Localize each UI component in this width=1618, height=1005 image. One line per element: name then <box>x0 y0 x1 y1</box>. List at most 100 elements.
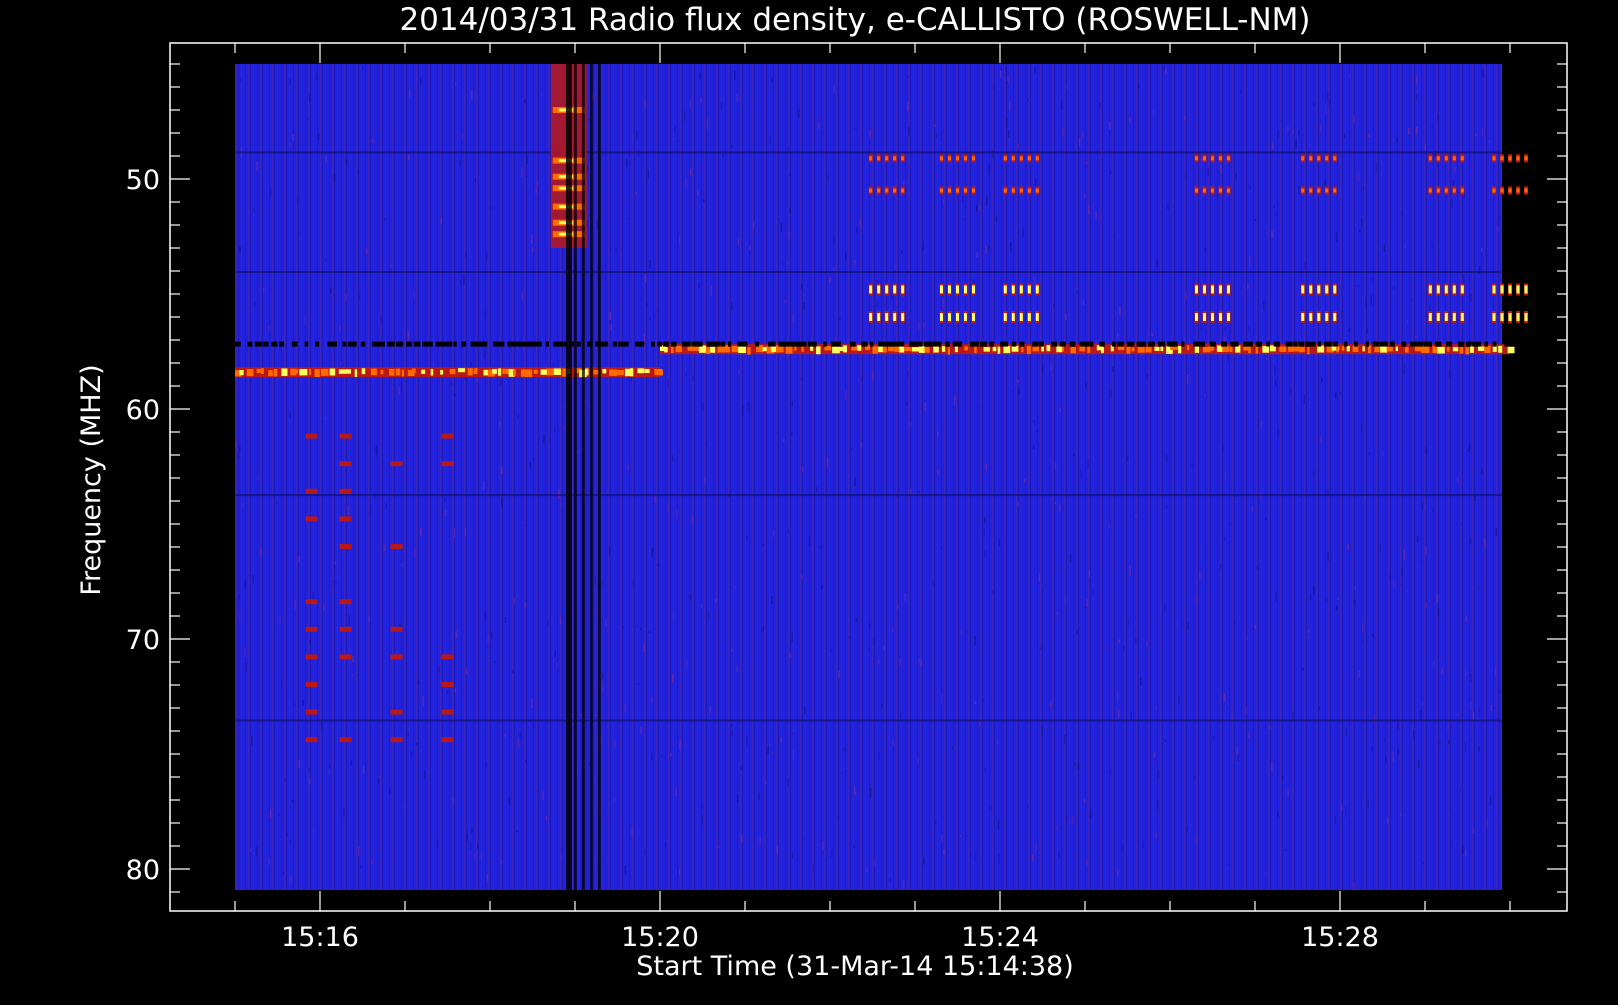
noise-streak <box>657 563 659 567</box>
dark-line-segment <box>979 341 988 347</box>
noise-streak <box>516 830 518 833</box>
noise-streak <box>1464 742 1467 753</box>
signal-band-segment <box>1248 345 1251 354</box>
noise-streak <box>899 712 902 720</box>
noise-streak <box>554 649 556 658</box>
noise-streak <box>470 361 472 368</box>
noise-streak <box>731 729 733 737</box>
noise-streak <box>1117 869 1119 876</box>
noise-streak <box>752 221 755 229</box>
noise-streak <box>361 66 364 70</box>
dark-line-segment <box>532 341 542 347</box>
signal-band-segment <box>1414 346 1422 352</box>
interference-core <box>1019 156 1023 161</box>
noise-streak <box>1468 442 1471 452</box>
noise-streak <box>252 575 254 584</box>
noise-streak <box>240 78 243 82</box>
noise-streak <box>985 463 987 471</box>
signal-band-segment <box>458 368 466 373</box>
noise-streak <box>1441 668 1444 674</box>
noise-streak <box>244 647 246 657</box>
noise-streak <box>473 854 476 858</box>
noise-streak <box>1274 366 1276 375</box>
noise-streak <box>1437 113 1439 121</box>
noise-streak <box>238 446 241 452</box>
interference-core <box>1444 156 1448 161</box>
noise-streak <box>701 815 704 825</box>
noise-streak <box>896 604 899 609</box>
noise-streak <box>1361 622 1364 631</box>
interference-core <box>1325 156 1329 161</box>
noise-streak <box>487 634 489 643</box>
noise-streak <box>308 767 310 773</box>
dark-line-segment <box>315 341 320 347</box>
noise-streak <box>831 849 833 858</box>
noise-streak <box>1195 836 1198 843</box>
noise-streak <box>1056 611 1058 615</box>
noise-streak <box>1403 363 1406 374</box>
noise-streak <box>789 207 791 213</box>
noise-streak <box>1118 639 1120 643</box>
weak-emission-mark <box>305 737 318 743</box>
noise-streak <box>1224 471 1227 479</box>
noise-streak <box>524 601 527 608</box>
noise-streak <box>1292 130 1294 134</box>
noise-streak <box>339 325 341 332</box>
noise-streak <box>238 613 241 622</box>
signal-band-segment <box>239 370 244 376</box>
noise-streak <box>1165 455 1168 462</box>
noise-streak <box>1478 708 1481 717</box>
dark-line-segment <box>870 341 874 347</box>
noise-streak <box>1065 313 1067 321</box>
noise-streak <box>375 446 377 453</box>
signal-band-segment <box>1380 345 1388 353</box>
dark-line-segment <box>1193 341 1202 347</box>
noise-streak <box>1227 353 1229 363</box>
noise-streak <box>742 406 744 416</box>
noise-streak <box>1187 622 1189 630</box>
noise-streak <box>784 299 786 304</box>
noise-streak <box>1084 193 1086 199</box>
noise-streak <box>1129 566 1131 576</box>
noise-streak <box>1397 722 1399 730</box>
dark-line-segment <box>254 341 262 347</box>
weak-emission-mark <box>339 544 352 549</box>
signal-band-segment <box>1061 345 1065 352</box>
noise-streak <box>1469 537 1472 545</box>
interference-core <box>1460 285 1464 294</box>
noise-streak <box>508 797 511 806</box>
dark-line-segment <box>435 341 445 347</box>
dark-line-segment <box>657 341 662 347</box>
weak-emission-mark <box>339 461 352 467</box>
noise-streak <box>1287 126 1289 132</box>
noise-streak <box>298 760 300 768</box>
signal-band-segment <box>1336 346 1339 353</box>
noise-streak <box>238 490 241 493</box>
noise-streak <box>586 165 589 175</box>
noise-streak <box>1396 137 1398 144</box>
dark-column <box>573 64 577 892</box>
dark-line-segment <box>1446 341 1453 347</box>
signal-band-segment <box>710 346 716 353</box>
signal-band-segment <box>389 369 395 376</box>
noise-streak <box>699 72 701 80</box>
noise-streak <box>521 167 523 178</box>
interference-core <box>1227 156 1230 161</box>
noise-streak <box>998 853 1000 864</box>
weak-emission-mark <box>441 433 454 439</box>
dark-line-segment <box>235 341 241 347</box>
signal-band-segment <box>281 368 288 376</box>
noise-streak <box>1110 769 1112 775</box>
noise-streak <box>554 425 556 433</box>
noise-streak <box>1303 394 1306 404</box>
signal-band-segment <box>1404 347 1409 353</box>
noise-streak <box>1032 444 1035 450</box>
noise-streak <box>632 579 635 588</box>
interference-core <box>956 285 959 294</box>
noise-streak <box>1060 101 1063 110</box>
signal-band-segment <box>816 346 821 355</box>
interference-core <box>1500 188 1504 193</box>
noise-streak <box>1356 284 1359 288</box>
noise-streak <box>519 733 521 739</box>
dark-line-segment <box>1285 341 1293 347</box>
